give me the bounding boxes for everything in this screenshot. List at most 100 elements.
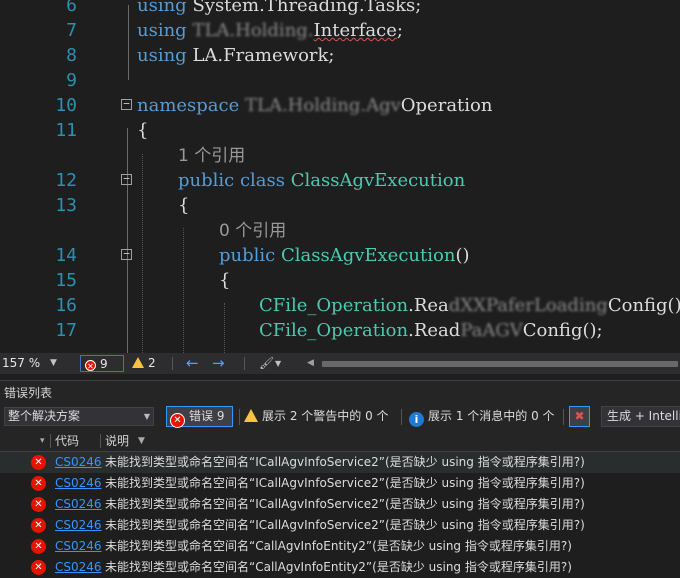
error-icon: ✕ <box>170 413 185 428</box>
error-code-link[interactable]: CS0246 <box>55 452 102 473</box>
code-line[interactable]: 8 using LA.Framework; <box>0 43 680 68</box>
zoom-level[interactable]: 157 % <box>2 353 40 374</box>
error-code-link[interactable]: CS0246 <box>55 494 102 515</box>
code-text: 1 个引用 <box>178 143 245 169</box>
divider <box>172 357 173 370</box>
error-row[interactable]: ✕ CS0246 未能找到类型或命名空间名“ICallAgvInfoService2… <box>0 515 680 536</box>
error-row[interactable]: ✕ CS0246 未能找到类型或命名空间名“ICallAgvInfoService2… <box>0 494 680 515</box>
code-line[interactable]: 14 − public ClassAgvExecution() <box>0 243 680 268</box>
code-token: CFile_Operation <box>259 295 409 316</box>
error-row[interactable]: ✕ CS0246 未能找到类型或命名空间名“CallAgvInfoEntity2”(… <box>0 536 680 557</box>
collapse-icon[interactable]: − <box>121 173 132 185</box>
error-list-header: ▾ 代码 说明 ▼ <box>0 430 680 452</box>
column-filter-icon[interactable]: ▾ <box>40 430 45 452</box>
collapse-icon[interactable]: − <box>121 98 132 110</box>
scroll-left-icon[interactable]: ◀ <box>307 353 314 374</box>
line-number: 8 <box>66 45 77 66</box>
warning-icon <box>132 357 144 368</box>
code-token: CFile_Operation <box>259 320 409 341</box>
code-token: TLA.Holding. <box>192 20 314 41</box>
reference-count[interactable]: 1 个引用 <box>178 146 245 166</box>
code-token: Config(); <box>522 320 603 341</box>
build-intellisense-dropdown[interactable]: 生成 + IntelliSense <box>601 406 680 427</box>
warning-count-indicator[interactable]: 2 <box>132 353 156 374</box>
code-line[interactable]: 11 { <box>0 118 680 143</box>
error-icon: ✕ <box>31 539 46 554</box>
error-list-toolbar: 整个解决方案 ▼ ✕ 错误 9 展示 2 个警告中的 0 个 i 展示 1 个消息中的… <box>0 404 680 430</box>
code-line[interactable]: 0 个引用 <box>0 218 680 243</box>
error-icon: ✕ <box>31 476 46 491</box>
chevron-down-icon[interactable]: ▼ <box>275 353 281 374</box>
code-text: public ClassAgvExecution() <box>219 243 469 268</box>
code-line[interactable]: 13 { <box>0 193 680 218</box>
code-token: () <box>455 245 470 266</box>
code-text: CFile_Operation.ReadXXPaferLoadingConfig… <box>259 293 680 318</box>
error-count-indicator[interactable]: ✕ 9 <box>80 355 124 372</box>
code-token: { <box>137 120 149 141</box>
code-token: System.Threading.Tasks; <box>192 0 422 16</box>
error-code-link[interactable]: CS0246 <box>55 536 102 557</box>
error-description: 未能找到类型或命名空间名“ICallAgvInfoService2”(是否缺少 … <box>105 455 585 469</box>
sort-dropdown-icon[interactable]: ▼ <box>138 430 145 452</box>
code-editor[interactable]: 6 using System.Threading.Tasks; 7 using TLA… <box>0 0 680 353</box>
code-line[interactable]: 7 using TLA.Holding.Interface; <box>0 18 680 43</box>
info-icon: i <box>409 412 424 427</box>
horizontal-scrollbar[interactable] <box>322 361 678 367</box>
code-line[interactable]: 12 − public class ClassAgvExecution <box>0 168 680 193</box>
line-number: 13 <box>55 195 77 216</box>
code-token: Interface <box>313 20 397 41</box>
line-number: 10 <box>55 95 77 116</box>
error-rows: ✕ CS0246 未能找到类型或命名空间名“ICallAgvInfoService2… <box>0 452 680 575</box>
code-text: using LA.Framework; <box>137 43 334 68</box>
column-header-description[interactable]: 说明 <box>105 430 129 452</box>
messages-filter-button[interactable]: i 展示 1 个消息中的 0 个 <box>409 406 555 427</box>
line-number: 9 <box>66 70 77 91</box>
code-line[interactable]: 10 − namespace TLA.Holding.AgvOperation <box>0 93 680 118</box>
code-token: Operation <box>400 95 493 116</box>
code-text: CFile_Operation.ReadPaAGVConfig(); <box>259 318 603 343</box>
code-line[interactable]: 6 using System.Threading.Tasks; <box>0 0 680 18</box>
code-text: namespace TLA.Holding.AgvOperation <box>137 93 492 118</box>
line-number: 15 <box>55 270 77 291</box>
reference-count[interactable]: 0 个引用 <box>219 221 286 241</box>
collapse-icon[interactable]: − <box>121 248 132 260</box>
code-line[interactable]: 9 <box>0 68 680 93</box>
error-description: 未能找到类型或命名空间名“ICallAgvInfoService2”(是否缺少 … <box>105 497 585 511</box>
error-code-link[interactable]: CS0246 <box>55 473 102 494</box>
error-row[interactable]: ✕ CS0246 未能找到类型或命名空间名“ICallAgvInfoService2… <box>0 452 680 473</box>
error-list-title: 错误列表 <box>0 380 680 404</box>
error-row[interactable]: ✕ CS0246 未能找到类型或命名空间名“CallAgvInfoEntity2”(… <box>0 557 680 578</box>
next-issue-icon[interactable]: → <box>212 353 225 374</box>
code-line[interactable]: 17 CFile_Operation.ReadPaAGVConfig(); <box>0 318 680 343</box>
code-text: { <box>178 193 189 218</box>
error-description: 未能找到类型或命名空间名“CallAgvInfoEntity2”(是否缺少 us… <box>105 560 572 574</box>
code-token: using <box>137 20 193 41</box>
divider <box>100 434 101 448</box>
brush-icon[interactable]: 🖌 <box>259 353 274 374</box>
messages-filter-label: 展示 1 个消息中的 0 个 <box>428 409 555 423</box>
code-token: dXXPaferLoading <box>448 295 608 316</box>
error-icon: ✕ <box>31 497 46 512</box>
filter-icon[interactable]: ✖ <box>569 406 590 427</box>
scope-dropdown[interactable]: 整个解决方案 ▼ <box>4 407 154 426</box>
error-code-link[interactable]: CS0246 <box>55 515 102 536</box>
code-token: .Read <box>408 320 461 341</box>
error-row[interactable]: ✕ CS0246 未能找到类型或命名空间名“ICallAgvInfoService2… <box>0 473 680 494</box>
zoom-dropdown-icon[interactable]: ▼ <box>50 353 57 374</box>
error-count: 9 <box>100 357 108 371</box>
code-line[interactable]: 16 CFile_Operation.ReadXXPaferLoadingConf… <box>0 293 680 318</box>
code-token: ClassAgvExecution <box>290 170 466 191</box>
error-code-link[interactable]: CS0246 <box>55 557 102 578</box>
code-token: Config() <box>607 295 680 316</box>
previous-issue-icon[interactable]: ← <box>186 353 199 374</box>
column-header-code[interactable]: 代码 <box>55 430 79 452</box>
divider <box>401 409 402 425</box>
code-text: { <box>137 118 148 143</box>
code-text: using TLA.Holding.Interface; <box>137 18 403 43</box>
code-line[interactable]: 15 { <box>0 268 680 293</box>
warnings-filter-button[interactable]: 展示 2 个警告中的 0 个 <box>244 406 389 427</box>
build-filter-value: 生成 + IntelliSense <box>607 409 680 423</box>
line-number: 17 <box>55 320 77 341</box>
code-line[interactable]: 1 个引用 <box>0 143 680 168</box>
errors-filter-button[interactable]: ✕ 错误 9 <box>166 406 233 428</box>
